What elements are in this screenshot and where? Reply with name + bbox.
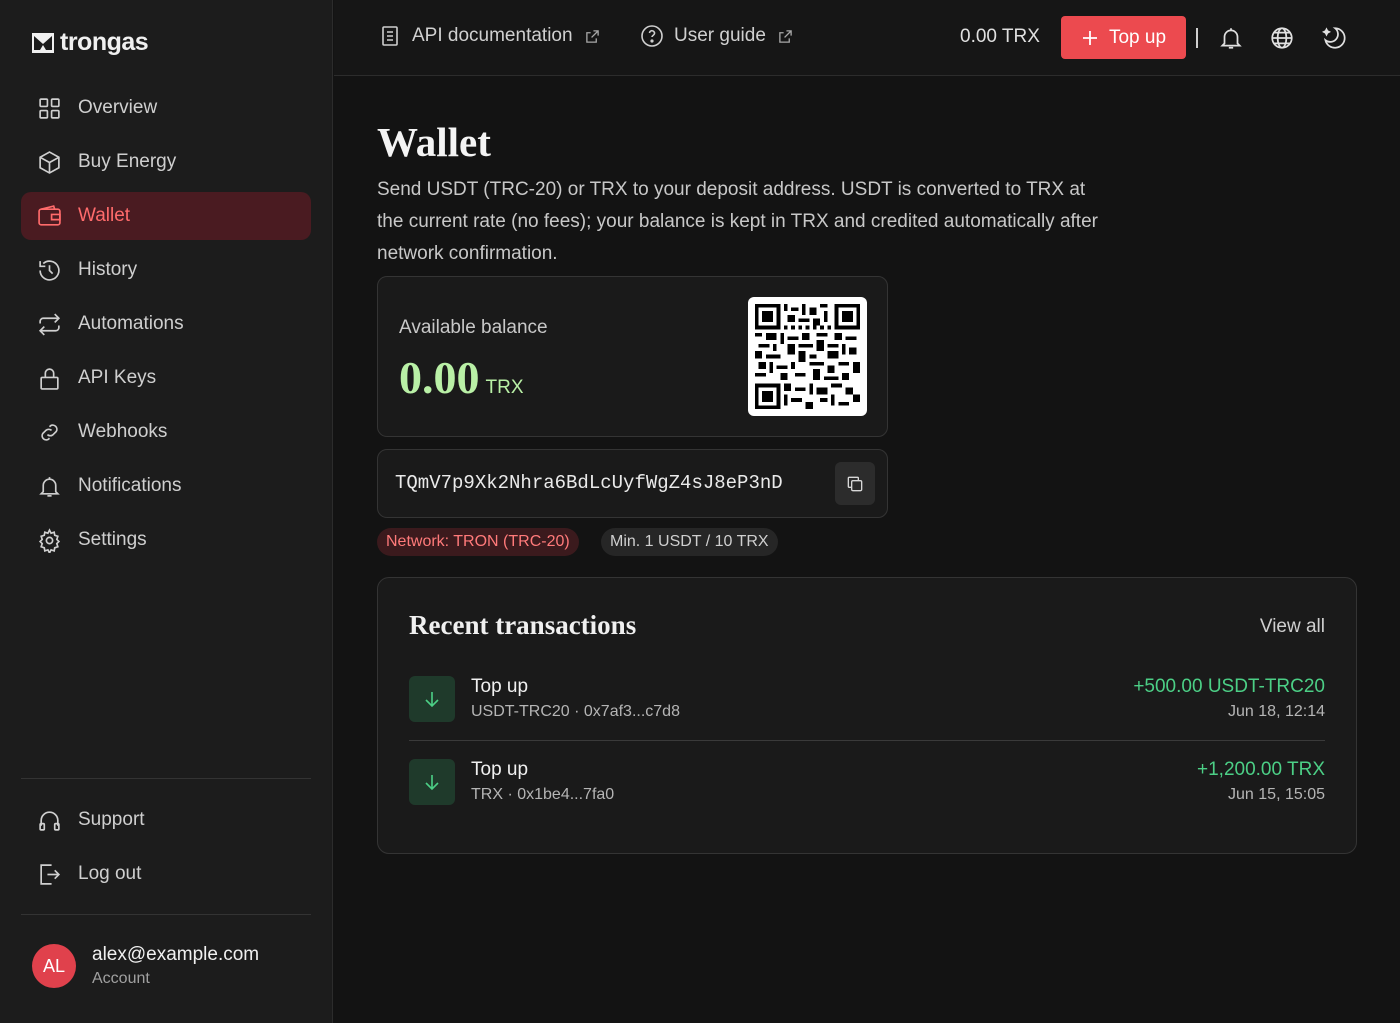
- transaction-row[interactable]: Top up TRX · 0x1be4...7fa0 +1,200.00 TRX…: [409, 740, 1325, 822]
- header-separator: [1196, 28, 1198, 48]
- transaction-date: Jun 15, 15:05: [1228, 786, 1325, 803]
- balance-card: Available balance 0.00 TRX: [377, 276, 888, 437]
- api-docs-label: API documentation: [412, 25, 573, 46]
- sidebar-item-api-keys[interactable]: API Keys: [21, 354, 311, 402]
- view-all-link[interactable]: View all: [1260, 616, 1325, 638]
- history-icon: [39, 259, 60, 281]
- sidebar-item-overview[interactable]: Overview: [21, 84, 311, 132]
- minimum-badge: Min. 1 USDT / 10 TRX: [601, 528, 778, 556]
- deposit-address-box: TQmV7p9Xk2Nhra6BdLcUyfWgZ4sJ8eP3nD: [377, 449, 888, 518]
- network-badge: Network: TRON (TRC-20): [377, 528, 579, 556]
- sidebar-item-automations[interactable]: Automations: [21, 300, 311, 348]
- transaction-date: Jun 18, 12:14: [1228, 703, 1325, 720]
- sidebar-item-label: Automations: [78, 313, 184, 334]
- sidebar-item-settings[interactable]: Settings: [21, 516, 311, 564]
- transaction-amount: +1,200.00 TRX: [1197, 759, 1325, 780]
- balance-label: Available balance: [399, 317, 548, 338]
- sidebar-item-label: Notifications: [78, 475, 182, 496]
- logout-icon: [40, 863, 61, 885]
- gear-icon: [38, 527, 61, 553]
- brand-logo[interactable]: trongas: [32, 28, 149, 57]
- transaction-name: Top up: [471, 676, 529, 697]
- transaction-meta: TRX · 0x1be4...7fa0: [471, 786, 615, 803]
- header-balance: 0.00 TRX: [960, 26, 1040, 47]
- qr-code-icon: [755, 304, 860, 409]
- sidebar-item-notifications[interactable]: Notifications: [21, 462, 311, 510]
- repeat-icon: [38, 312, 61, 336]
- brand-name: trongas: [60, 28, 149, 56]
- arrow-down-icon: [409, 759, 455, 805]
- balance-value: 0.00: [399, 352, 480, 403]
- sidebar-item-label: API Keys: [78, 367, 157, 388]
- user-email: alex@example.com: [92, 944, 260, 965]
- deposit-qr-code: [748, 297, 867, 416]
- top-up-label: Top up: [1108, 26, 1167, 48]
- sidebar-divider: [21, 778, 311, 779]
- topbar: API documentation User guide 0.00 TRX To…: [334, 0, 1400, 76]
- sidebar-item-label: Buy Energy: [78, 151, 177, 172]
- sidebar-item-label: Webhooks: [78, 421, 168, 442]
- headphones-icon: [39, 810, 60, 831]
- user-account[interactable]: AL alex@example.com Account: [32, 944, 259, 988]
- sidebar-item-label: Support: [78, 809, 145, 830]
- sidebar-bottom-nav: Support Log out: [21, 796, 311, 904]
- sidebar-item-label: Wallet: [78, 205, 131, 226]
- deposit-address[interactable]: TQmV7p9Xk2Nhra6BdLcUyfWgZ4sJ8eP3nD: [395, 472, 783, 494]
- sidebar-item-label: History: [78, 259, 138, 280]
- globe-icon[interactable]: [1269, 25, 1295, 51]
- sidebar-item-buy-energy[interactable]: Buy Energy: [21, 138, 311, 186]
- api-docs-link[interactable]: API documentation: [378, 24, 600, 48]
- transaction-amount: +500.00 USDT-TRC20: [1133, 676, 1325, 697]
- page-title: Wallet: [377, 119, 491, 165]
- user-guide-link[interactable]: User guide: [640, 24, 793, 48]
- plus-icon: [1082, 30, 1097, 45]
- sidebar-item-logout[interactable]: Log out: [21, 850, 311, 898]
- recent-transactions-card: Recent transactions View all Top up USDT…: [377, 577, 1357, 854]
- section-title: Recent transactions: [409, 610, 637, 640]
- balance-unit: TRX: [485, 377, 524, 398]
- wallet-icon: [38, 204, 61, 226]
- lock-icon: [40, 367, 59, 390]
- main-content: Wallet Send USDT (TRC-20) or TRX to your…: [377, 118, 1107, 270]
- transaction-meta: USDT-TRC20 · 0x7af3...c7d8: [471, 703, 680, 720]
- sidebar-item-webhooks[interactable]: Webhooks: [21, 408, 311, 456]
- sidebar-item-label: Overview: [78, 97, 158, 118]
- bell-icon[interactable]: [1218, 25, 1244, 51]
- user-guide-label: User guide: [674, 25, 766, 46]
- sidebar-item-wallet[interactable]: Wallet: [21, 192, 311, 240]
- grid-icon: [39, 97, 60, 119]
- avatar: AL: [32, 944, 76, 988]
- sidebar: trongas Overview Buy Energy Wallet Histo…: [0, 0, 333, 1023]
- copy-address-button[interactable]: [835, 462, 875, 505]
- copy-icon: [847, 476, 863, 491]
- balance-amount: 0.00 TRX: [399, 351, 524, 404]
- theme-toggle-icon[interactable]: [1320, 25, 1346, 51]
- top-up-button[interactable]: Top up: [1061, 16, 1186, 59]
- sidebar-item-history[interactable]: History: [21, 246, 311, 294]
- link-icon: [41, 423, 58, 441]
- user-subtitle: Account: [92, 970, 150, 987]
- sidebar-item-label: Log out: [78, 863, 142, 884]
- page-description: Send USDT (TRC-20) or TRX to your deposi…: [377, 179, 1098, 264]
- sidebar-nav: Overview Buy Energy Wallet History Autom…: [21, 84, 311, 570]
- document-icon: [382, 26, 398, 46]
- external-link-icon: [585, 29, 599, 43]
- arrow-down-icon: [409, 676, 455, 722]
- box-icon: [39, 150, 60, 174]
- sidebar-divider: [21, 914, 311, 915]
- logo-icon: [32, 32, 54, 53]
- sidebar-item-support[interactable]: Support: [21, 796, 311, 844]
- sidebar-item-label: Settings: [78, 529, 147, 550]
- help-circle-icon: [641, 25, 663, 47]
- transaction-name: Top up: [471, 759, 529, 780]
- external-link-icon: [779, 29, 792, 43]
- transaction-row[interactable]: Top up USDT-TRC20 · 0x7af3...c7d8 +500.0…: [409, 670, 1325, 750]
- bell-icon: [39, 476, 60, 497]
